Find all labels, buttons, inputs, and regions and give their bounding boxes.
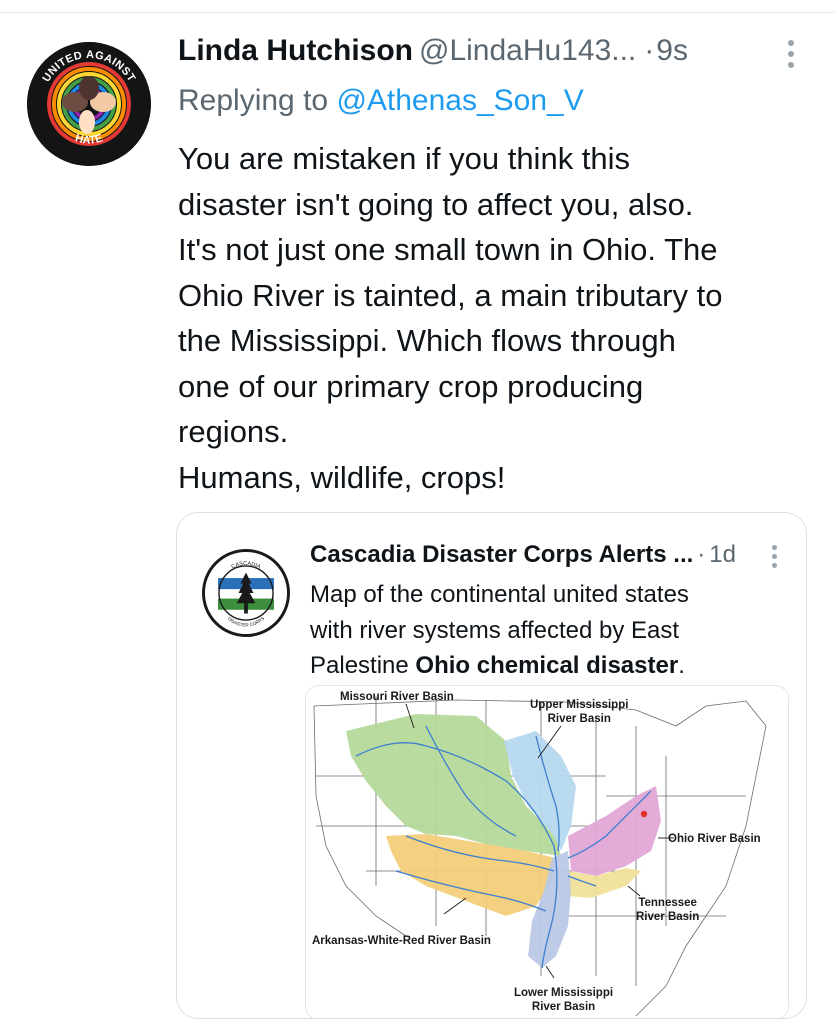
- quoted-text-end: .: [678, 652, 685, 679]
- cascadia-logo-icon: CASCADIA DISASTER CORPS: [205, 552, 287, 634]
- spill-location-marker: [640, 810, 648, 818]
- quoted-text-plain: Palestine: [310, 652, 416, 679]
- tweet-line: one of our primary crop producing: [178, 368, 644, 404]
- quoted-text: Map of the continental united states wit…: [310, 577, 780, 684]
- tennessee-basin-label: Tennessee River Basin: [636, 896, 699, 924]
- tweet-line: Ohio River is tainted, a main tributary …: [178, 277, 723, 313]
- author-name[interactable]: Linda Hutchison: [178, 34, 413, 67]
- lower-mississippi-label: Lower Mississippi River Basin: [514, 986, 613, 1014]
- quoted-header: Cascadia Disaster Corps Alerts ... · 1d: [310, 541, 736, 569]
- ohio-basin-area: [568, 786, 661, 876]
- quoted-text-line: with river systems affected by East: [310, 616, 680, 644]
- quoted-text-bold: Ohio chemical disaster: [415, 652, 679, 679]
- quoted-text-line: Map of the continental united states: [310, 581, 689, 608]
- united-against-hate-icon: UNITED AGAINST HATE: [27, 42, 151, 166]
- arkansas-basin-label: Arkansas-White-Red River Basin: [312, 935, 491, 947]
- river-basin-map-image[interactable]: Missouri River Basin Upper Mississippi R…: [305, 685, 789, 1018]
- upper-mississippi-label-line1: Upper Mississippi: [530, 699, 629, 711]
- quoted-tweet[interactable]: CASCADIA DISASTER CORPS Cascadia Disaste…: [176, 512, 807, 1019]
- replying-prefix: Replying to: [178, 84, 329, 117]
- quoted-separator: ·: [697, 541, 706, 568]
- replying-to-mention[interactable]: @Athenas_Son_V: [336, 84, 583, 117]
- quoted-text-line-last: Palestine Ohio chemical disaster.: [310, 648, 780, 684]
- ohio-basin-label: Ohio River Basin: [668, 833, 761, 845]
- missouri-basin-label: Missouri River Basin: [340, 691, 454, 703]
- tweet-header: Linda Hutchison @LindaHu143... ·9s: [178, 34, 818, 80]
- tweet-line: the Mississippi. Which flows through: [178, 323, 676, 358]
- quoted-author-avatar[interactable]: CASCADIA DISASTER CORPS: [202, 549, 290, 637]
- tweet-line: You are mistaken if you think this: [178, 141, 631, 176]
- top-divider: [0, 12, 835, 13]
- tweet-body: You are mistaken if you think this disas…: [178, 136, 808, 500]
- tweet-line: disaster isn't going to affect you, also…: [178, 186, 694, 222]
- lower-mississippi-label-line2: River Basin: [531, 1001, 596, 1013]
- upper-mississippi-label: Upper Mississippi River Basin: [530, 698, 628, 726]
- tweet-timestamp[interactable]: 9s: [656, 34, 688, 67]
- tennessee-label-line1: Tennessee: [638, 897, 697, 909]
- lower-mississippi-label-line1: Lower Mississippi: [514, 987, 614, 999]
- tweet-line: regions.: [178, 414, 289, 449]
- us-river-map: [313, 696, 767, 1017]
- more-options-icon[interactable]: [785, 40, 797, 70]
- tweet-line: It's not just one small town in Ohio. Th…: [178, 232, 718, 267]
- tennessee-label-line2: River Basin: [636, 911, 700, 923]
- replying-to: Replying to @Athenas_Son_V: [178, 84, 584, 118]
- author-handle[interactable]: @LindaHu143...: [419, 34, 636, 67]
- separator-dot: ·: [644, 34, 655, 67]
- quoted-author-name[interactable]: Cascadia Disaster Corps Alerts ...: [310, 541, 693, 568]
- quoted-timestamp[interactable]: 1d: [709, 541, 736, 568]
- tweet-line: Humans, wildlife, crops!: [178, 459, 506, 495]
- author-avatar[interactable]: UNITED AGAINST HATE: [27, 42, 151, 166]
- quoted-more-options-icon[interactable]: [770, 545, 778, 571]
- upper-mississippi-label-line2: River Basin: [547, 713, 611, 725]
